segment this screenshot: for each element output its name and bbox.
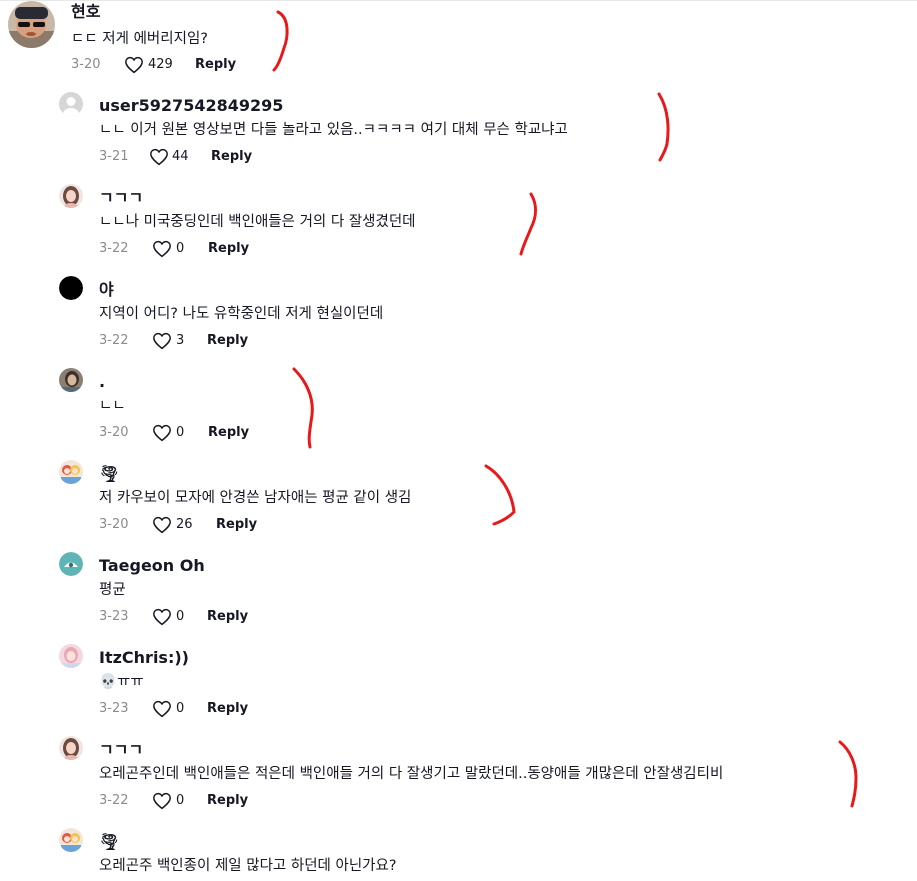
- reply-button[interactable]: Reply: [207, 791, 248, 811]
- comment-date: 3-23: [99, 609, 129, 624]
- reply-button[interactable]: Reply: [208, 423, 249, 443]
- heart-outline-icon[interactable]: [124, 56, 144, 74]
- comment-username[interactable]: 🌪: [99, 832, 119, 852]
- like-count: 44: [172, 149, 189, 164]
- avatar[interactable]: [59, 552, 83, 576]
- comment-username[interactable]: ㄱㄱㄱ: [99, 188, 143, 208]
- comment-date: 3-22: [99, 793, 129, 808]
- comment-meta: 3-20 26 Reply: [99, 515, 299, 535]
- comment-meta: 3-22 0 Reply: [99, 239, 299, 259]
- like-count: 0: [176, 241, 185, 256]
- comment-date: 3-20: [99, 517, 129, 532]
- comment-text: ㄴㄴ 이거 원본 영상보면 다들 놀라고 있음..ㅋㅋㅋㅋ 여기 대체 무슨 학…: [99, 122, 568, 138]
- heart-outline-icon[interactable]: [152, 332, 172, 350]
- red-annotation-bracket: [657, 92, 670, 162]
- comment-username[interactable]: 야: [99, 280, 114, 300]
- heart-outline-icon[interactable]: [152, 424, 172, 442]
- like-count: 0: [176, 425, 185, 440]
- comment-text: 저 카우보이 모자에 안경쓴 남자애는 평균 같이 생김: [99, 490, 412, 506]
- heart-outline-icon[interactable]: [152, 700, 172, 718]
- reply-button[interactable]: Reply: [207, 699, 248, 719]
- comment-text: ㄴㄴ나 미국중딩인데 백인애들은 거의 다 잘생겼던데: [99, 214, 416, 230]
- comment-username[interactable]: user5927542849295: [99, 96, 283, 116]
- avatar[interactable]: [59, 92, 83, 116]
- like-count: 0: [176, 609, 185, 624]
- comment-username[interactable]: 🌪: [99, 464, 119, 484]
- avatar[interactable]: [59, 828, 83, 852]
- comment-text: 지역이 어디? 나도 유학중인데 저게 현실이던데: [99, 306, 384, 322]
- avatar[interactable]: [59, 368, 83, 392]
- reply-button[interactable]: Reply: [216, 515, 257, 535]
- reply-button[interactable]: Reply: [207, 331, 248, 351]
- comment-text: ㄷㄷ 저게 에버리지임?: [71, 31, 208, 47]
- comment-date: 3-22: [99, 241, 129, 256]
- like-count: 26: [176, 517, 193, 532]
- reply-button[interactable]: Reply: [208, 239, 249, 259]
- heart-outline-icon[interactable]: [152, 240, 172, 258]
- reply-button[interactable]: Reply: [195, 55, 236, 75]
- comment-text: 평균: [99, 582, 126, 598]
- comment-username[interactable]: Taegeon Oh: [99, 556, 205, 576]
- heart-outline-icon[interactable]: [152, 516, 172, 534]
- comment-text: 오레곤주 백인종이 제일 많다고 하던데 아닌가요?: [99, 858, 397, 874]
- red-annotation-bracket: [519, 192, 537, 256]
- comment-text: ㄴㄴ: [99, 398, 126, 414]
- comment-date: 3-20: [71, 57, 101, 72]
- comment-date: 3-23: [99, 701, 129, 716]
- comment-meta: 3-22 3 Reply: [99, 331, 299, 351]
- reply-button[interactable]: Reply: [211, 147, 252, 167]
- avatar[interactable]: [8, 1, 55, 48]
- heart-outline-icon[interactable]: [152, 608, 172, 626]
- comment-username[interactable]: ItzChris:)): [99, 648, 189, 668]
- avatar[interactable]: [59, 184, 83, 208]
- comment-text: 오레곤주인데 백인애들은 적은데 백인애들 거의 다 잘생기고 말랐던데..동양…: [99, 766, 724, 782]
- comment-meta: 3-20 429 Reply: [71, 55, 271, 75]
- like-count: 429: [148, 57, 173, 72]
- comment-date: 3-22: [99, 333, 129, 348]
- comment-meta: 3-22 0 Reply: [99, 791, 299, 811]
- comment-meta: 3-23 0 Reply: [99, 699, 299, 719]
- comment-username[interactable]: ㄱㄱㄱ: [99, 740, 143, 760]
- avatar[interactable]: [59, 644, 83, 668]
- comment-date: 3-20: [99, 425, 129, 440]
- like-count: 0: [176, 793, 185, 808]
- reply-button[interactable]: Reply: [207, 607, 248, 627]
- comment-date: 3-21: [99, 149, 129, 164]
- red-annotation-bracket: [292, 367, 314, 449]
- comment-meta: 3-20 0 Reply: [99, 423, 299, 443]
- red-annotation-bracket: [484, 464, 516, 526]
- heart-outline-icon[interactable]: [152, 792, 172, 810]
- avatar[interactable]: [59, 276, 83, 300]
- comment-username[interactable]: 현호: [71, 2, 100, 22]
- red-annotation-bracket: [838, 740, 858, 808]
- avatar[interactable]: [59, 736, 83, 760]
- heart-outline-icon[interactable]: [149, 148, 169, 166]
- avatar[interactable]: [59, 460, 83, 484]
- comment-text: 💀ㅠㅠ: [99, 674, 144, 690]
- red-annotation-bracket: [272, 10, 289, 72]
- like-count: 0: [176, 701, 185, 716]
- comment-meta: 3-23 0 Reply: [99, 607, 299, 627]
- comment-username[interactable]: .: [99, 372, 105, 392]
- top-divider: [0, 0, 917, 1]
- comment-meta: 3-21 44 Reply: [99, 147, 299, 167]
- like-count: 3: [176, 333, 185, 348]
